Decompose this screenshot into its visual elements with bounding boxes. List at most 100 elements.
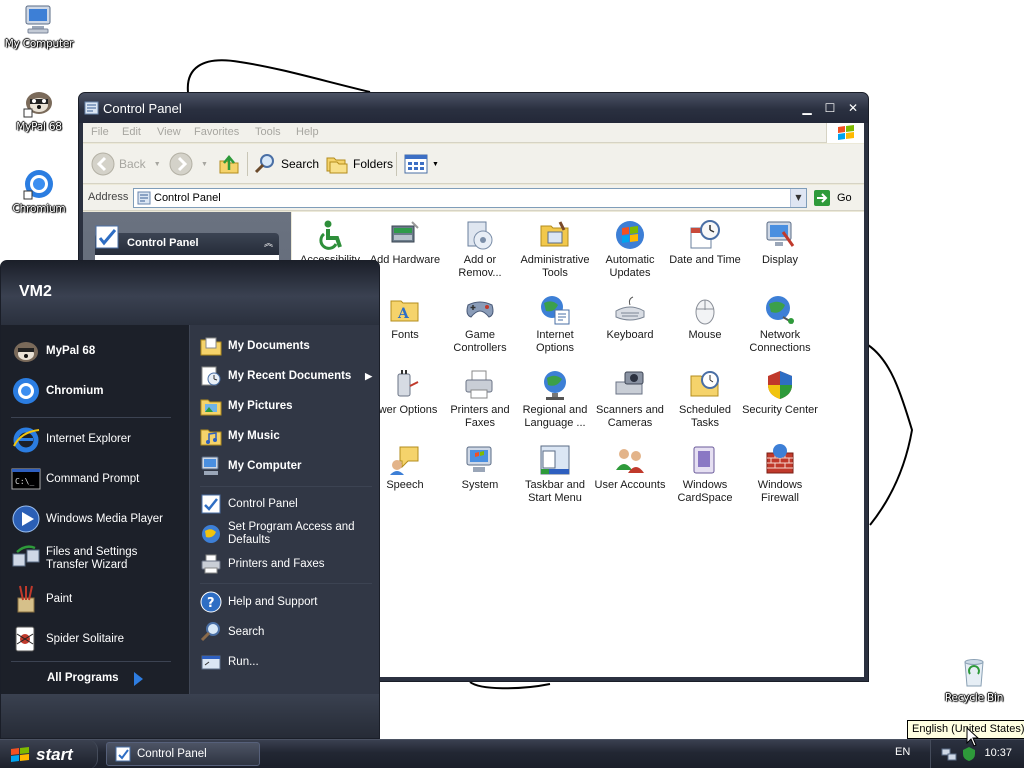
start-item-mypal[interactable]: MyPal 68 bbox=[11, 336, 95, 366]
minimize-button[interactable]: ▁ bbox=[797, 99, 817, 118]
cp-item-label: Taskbar and Start Menu bbox=[525, 479, 585, 504]
cp-item-windows-cardspace[interactable]: Windows CardSpace bbox=[667, 443, 743, 505]
add-hardware-icon bbox=[391, 221, 419, 243]
up-folder-button[interactable] bbox=[217, 150, 241, 178]
system-icon bbox=[466, 446, 492, 472]
cp-item-automatic-updates[interactable]: Automatic Updates bbox=[592, 218, 668, 280]
start-place-my-computer[interactable]: My Computer bbox=[200, 455, 301, 477]
user-name: VM2 bbox=[19, 283, 52, 300]
cp-item-taskbar-start-menu[interactable]: Taskbar and Start Menu bbox=[517, 443, 593, 505]
address-input[interactable]: Control Panel ▼ bbox=[133, 188, 807, 208]
cp-item-game-controllers[interactable]: Game Controllers bbox=[442, 293, 518, 355]
program-access-icon bbox=[202, 525, 220, 543]
menu-help[interactable]: Help bbox=[296, 126, 319, 138]
start-search[interactable]: Search bbox=[200, 621, 264, 643]
menu-view[interactable]: View bbox=[157, 126, 181, 138]
command-prompt-icon: C:\_ bbox=[11, 468, 41, 490]
control-panel-task-box: Control Panel ︽ bbox=[95, 222, 279, 263]
maximize-button[interactable]: ☐ bbox=[820, 99, 840, 118]
start-place-my-documents[interactable]: My Documents bbox=[200, 335, 310, 357]
cp-item-user-accounts[interactable]: User Accounts bbox=[592, 443, 668, 492]
cp-item-keyboard[interactable]: Keyboard bbox=[592, 293, 668, 342]
cp-item-label: Printers and Faxes bbox=[450, 404, 510, 429]
chevron-down-icon: ▼ bbox=[432, 160, 439, 168]
close-button[interactable]: ✕ bbox=[843, 99, 863, 118]
cp-item-printers-faxes[interactable]: Printers and Faxes bbox=[442, 368, 518, 430]
start-place-my-recent-documents[interactable]: My Recent Documents ▶ bbox=[200, 365, 372, 387]
menu-edit[interactable]: Edit bbox=[122, 126, 141, 138]
network-tray-icon[interactable] bbox=[941, 746, 957, 762]
mouse-icon bbox=[695, 299, 715, 325]
desktop-icon-label: My Computer bbox=[4, 38, 74, 50]
game-controllers-icon bbox=[466, 301, 494, 318]
cp-item-scheduled-tasks[interactable]: Scheduled Tasks bbox=[667, 368, 743, 430]
window-title-bar[interactable]: Control Panel ▁ ☐ ✕ bbox=[79, 93, 868, 123]
start-setting-program-access[interactable]: Set Program Access and Defaults bbox=[200, 521, 372, 547]
cp-item-system[interactable]: System bbox=[442, 443, 518, 492]
language-indicator[interactable]: EN bbox=[895, 746, 910, 758]
start-item-paint[interactable]: Paint bbox=[11, 584, 72, 614]
cp-item-add-hardware[interactable]: Add Hardware bbox=[367, 218, 443, 267]
start-place-my-pictures[interactable]: My Pictures bbox=[200, 395, 293, 417]
start-help-and-support[interactable]: ? Help and Support bbox=[200, 591, 318, 613]
security-tray-icon[interactable] bbox=[961, 746, 977, 762]
desktop-icon-recycle-bin[interactable]: Recycle Bin bbox=[937, 656, 1011, 704]
cp-item-date-time[interactable]: Date and Time bbox=[667, 218, 743, 267]
search-label: Search bbox=[281, 157, 320, 171]
address-value: Control Panel bbox=[154, 192, 221, 204]
cp-item-internet-options[interactable]: Internet Options bbox=[517, 293, 593, 355]
menu-file[interactable]: File bbox=[91, 126, 109, 138]
start-item-windows-media-player[interactable]: Windows Media Player bbox=[11, 504, 163, 534]
cp-item-administrative-tools[interactable]: Administrative Tools bbox=[517, 218, 593, 280]
collapse-chevron-icon[interactable]: ︽ bbox=[264, 236, 273, 249]
desktop-icon-mypal[interactable]: MyPal 68 bbox=[2, 85, 76, 133]
start-setting-control-panel[interactable]: Control Panel bbox=[200, 493, 298, 515]
run-icon bbox=[201, 655, 221, 670]
start-place-my-music[interactable]: My Music bbox=[200, 425, 280, 447]
cp-item-windows-firewall[interactable]: Windows Firewall bbox=[742, 443, 818, 505]
taskbar-button-control-panel[interactable]: Control Panel bbox=[106, 742, 260, 766]
back-button[interactable]: Back ▼ bbox=[91, 150, 161, 178]
cp-item-add-remove[interactable]: Add or Remov... bbox=[442, 218, 518, 280]
cp-item-display[interactable]: Display bbox=[742, 218, 818, 267]
cp-item-mouse[interactable]: Mouse bbox=[667, 293, 743, 342]
start-item-label: Paint bbox=[46, 592, 73, 605]
cp-item-label: Scanners and Cameras bbox=[596, 404, 664, 429]
clock[interactable]: 10:37 bbox=[984, 747, 1012, 759]
start-item-spider-solitaire[interactable]: Spider Solitaire bbox=[11, 624, 124, 654]
start-item-label: Windows Media Player bbox=[46, 512, 163, 525]
transfer-wizard-icon bbox=[12, 545, 40, 567]
start-menu[interactable]: VM2 MyPal 68 Chromium Internet Explorer … bbox=[0, 260, 380, 739]
folders-button[interactable]: Folders bbox=[325, 150, 393, 178]
my-music-icon bbox=[200, 429, 222, 446]
scheduled-tasks-icon bbox=[690, 371, 719, 397]
start-menu-separator bbox=[200, 583, 372, 584]
start-menu-separator bbox=[11, 417, 171, 418]
views-button[interactable]: ▼ bbox=[403, 150, 439, 178]
cp-item-security-center[interactable]: Security Center bbox=[742, 368, 818, 417]
all-programs-button[interactable]: All Programs bbox=[47, 672, 119, 684]
start-item-command-prompt[interactable]: C:\_ Command Prompt bbox=[11, 464, 139, 494]
desktop-icon-my-computer[interactable]: My Computer bbox=[2, 2, 76, 50]
search-button[interactable]: Search bbox=[253, 150, 319, 178]
start-item-files-settings-transfer[interactable]: Files and Settings Transfer Wizard bbox=[11, 544, 181, 574]
start-setting-printers-faxes[interactable]: Printers and Faxes bbox=[200, 553, 325, 575]
cp-item-label: Add or Remov... bbox=[458, 254, 502, 279]
go-button[interactable]: Go bbox=[813, 188, 852, 208]
cp-item-network-connections[interactable]: Network Connections bbox=[742, 293, 818, 355]
window-title: Control Panel bbox=[103, 101, 182, 116]
toolbar-separator bbox=[396, 152, 397, 176]
menu-tools[interactable]: Tools bbox=[255, 126, 281, 138]
menu-favorites[interactable]: Favorites bbox=[194, 126, 239, 138]
address-dropdown-button[interactable]: ▼ bbox=[790, 189, 806, 207]
desktop-icon-chromium[interactable]: Chromium bbox=[2, 167, 76, 215]
search-icon bbox=[200, 622, 220, 642]
start-item-internet-explorer[interactable]: Internet Explorer bbox=[11, 424, 131, 454]
cp-item-regional-language[interactable]: Regional and Language ... bbox=[517, 368, 593, 430]
cp-item-label: Fonts bbox=[391, 329, 419, 341]
start-button[interactable]: start bbox=[0, 740, 98, 768]
forward-button[interactable]: ▼ bbox=[169, 150, 208, 178]
start-run[interactable]: Run... bbox=[200, 651, 259, 673]
cp-item-scanners-cameras[interactable]: Scanners and Cameras bbox=[592, 368, 668, 430]
start-item-chromium[interactable]: Chromium bbox=[11, 376, 104, 406]
